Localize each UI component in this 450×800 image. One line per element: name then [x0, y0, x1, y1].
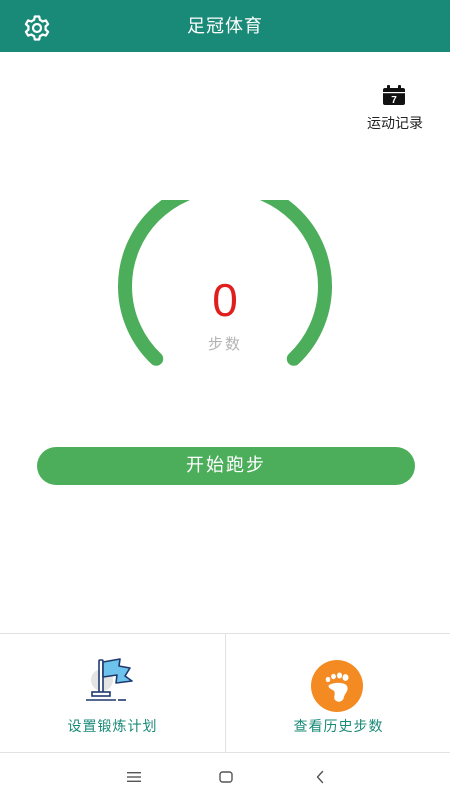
start-running-button[interactable]: 开始跑步: [37, 447, 415, 485]
flag-icon: [86, 658, 133, 701]
menu-icon: [127, 772, 141, 782]
gear-icon: [24, 15, 50, 41]
set-exercise-plan-label: 设置锻炼计划: [67, 719, 158, 735]
exercise-record-label: 运动记录: [367, 116, 423, 132]
svg-text:7: 7: [391, 95, 397, 105]
settings-button[interactable]: [22, 13, 52, 43]
back-button[interactable]: [305, 764, 335, 790]
set-exercise-plan-button[interactable]: 设置锻炼计划: [0, 634, 225, 753]
view-step-history-label: 查看历史步数: [293, 719, 384, 735]
footprint-icon: [311, 660, 363, 712]
action-panel: 设置锻炼计划 查看历史步数: [0, 633, 450, 753]
view-step-history-button[interactable]: 查看历史步数: [226, 634, 450, 753]
calendar-icon: 7: [383, 85, 405, 105]
home-button[interactable]: [211, 764, 241, 790]
exercise-record-button[interactable]: 7 运动记录: [356, 84, 436, 134]
system-nav-bar: [0, 754, 450, 800]
app-header: 足冠体育: [0, 0, 450, 52]
step-count-value: 0: [212, 274, 238, 326]
home-icon: [219, 771, 233, 783]
back-icon: [316, 770, 324, 784]
page-title: 足冠体育: [187, 16, 263, 37]
menu-button[interactable]: [119, 764, 149, 790]
step-count-label: 步数: [207, 335, 242, 353]
